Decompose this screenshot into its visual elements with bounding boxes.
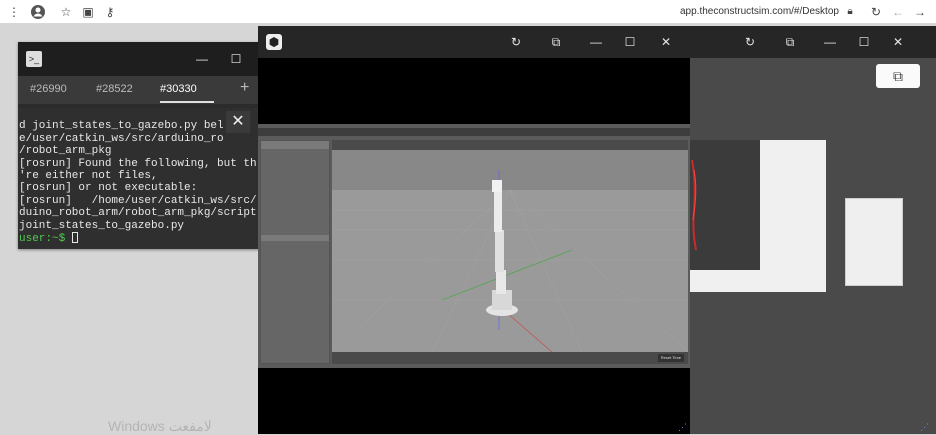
resize-grip-icon[interactable]: ⋰ (920, 422, 930, 432)
gwin-titlebar: ⬢ ↻ ⧉ — ☐ ✕ (258, 26, 690, 58)
gazebo-menubar (258, 128, 690, 136)
gazebo-toolbar (332, 140, 688, 150)
minimize-icon[interactable]: — (194, 51, 210, 67)
rviz-app[interactable] (690, 140, 826, 292)
fullscreen-toggle-icon[interactable]: ⧉ (876, 64, 920, 88)
terminal-line: e/user/catkin_ws/src/arduino_ro (19, 133, 224, 145)
restore-icon[interactable]: ⧉ (548, 34, 564, 50)
maximize-icon[interactable]: ☐ (622, 34, 638, 50)
kebab-menu-icon[interactable]: ⋮ (6, 4, 22, 20)
browser-toolbar: ⋮ ☆ ▣ ⚷ app.theconstructsim.com/#/Deskto… (0, 0, 936, 24)
terminal-line: d joint_states_to_gazebo.py bel (19, 120, 224, 132)
tab-28522[interactable]: #28522 (96, 83, 133, 95)
active-tab-indicator (160, 101, 214, 103)
rviz-3d-view (690, 140, 760, 270)
restore-icon[interactable]: ⧉ (782, 34, 798, 50)
terminal-line: /robot_arm_pkg (19, 145, 111, 157)
rwin-titlebar: ↻ ⧉ — ☐ ✕ (690, 26, 936, 58)
terminal-line: [rosrun] /home/user/catkin_ws/src/ (19, 195, 257, 207)
refresh-icon[interactable]: ↻ (508, 34, 524, 50)
gazebo-simulator: Reset Time (258, 124, 690, 368)
gazebo-world-panel[interactable] (260, 140, 330, 364)
terminal-tabs: #26990 #28522 #30330 + (18, 76, 260, 104)
back-icon[interactable]: ← (890, 4, 906, 20)
tab-30330[interactable]: #30330 (160, 83, 197, 95)
close-icon[interactable]: ✕ (226, 111, 250, 133)
close-icon[interactable]: ✕ (890, 34, 906, 50)
reset-time-button[interactable]: Reset Time (658, 354, 684, 362)
address-bar[interactable]: app.theconstructsim.com/#/Desktop (680, 6, 839, 17)
account-icon[interactable] (30, 4, 46, 20)
maximize-icon[interactable]: ☐ (856, 34, 872, 50)
forward-icon[interactable]: → (912, 4, 928, 20)
terminal-window: >_ — ☐ #26990 #28522 #30330 + d joint_st… (18, 42, 260, 249)
resize-grip-icon[interactable]: ⋰ (678, 422, 688, 432)
maximize-icon[interactable]: ☐ (228, 51, 244, 67)
minimize-icon[interactable]: — (588, 34, 604, 50)
terminal-line: duino_robot_arm/robot_arm_pkg/script (19, 207, 257, 219)
add-tab-icon[interactable]: + (240, 79, 249, 97)
gazebo-3d-view[interactable] (332, 150, 688, 352)
terminal-line: joint_states_to_gazebo.py (19, 220, 184, 232)
property-header (261, 235, 329, 241)
terminal-cursor (72, 232, 78, 243)
screen-cast-icon[interactable]: ▣ (80, 4, 96, 20)
terminal-output[interactable]: d joint_states_to_gazebo.py bel e/user/c… (18, 108, 260, 249)
close-icon[interactable]: ✕ (658, 34, 674, 50)
world-panel-tabs (261, 141, 329, 149)
robot-model (690, 140, 760, 270)
robot-arm-scene (332, 150, 688, 352)
reload-icon[interactable]: ↻ (868, 4, 884, 20)
star-icon[interactable]: ☆ (58, 4, 74, 20)
windows-activation-watermark: Windows لامفعت (108, 418, 212, 435)
terminal-line: [rosrun] or not executable: (19, 182, 197, 194)
tab-26990[interactable]: #26990 (30, 83, 67, 95)
lock-icon: 🔒︎ (842, 4, 858, 20)
terminal-icon: >_ (26, 51, 42, 67)
terminal-line: [rosrun] Found the following, but th (19, 158, 257, 170)
refresh-icon[interactable]: ↻ (742, 34, 758, 50)
gazebo-statusbar: Reset Time (332, 352, 688, 364)
joint-state-publisher-panel[interactable] (845, 198, 903, 286)
cube-icon: ⬢ (266, 34, 282, 50)
terminal-line: 're either not files, (19, 170, 158, 182)
key-icon[interactable]: ⚷ (102, 4, 118, 20)
terminal-titlebar: >_ — ☐ (18, 42, 260, 76)
terminal-prompt: user:~$ (19, 233, 65, 245)
minimize-icon[interactable]: — (822, 34, 838, 50)
